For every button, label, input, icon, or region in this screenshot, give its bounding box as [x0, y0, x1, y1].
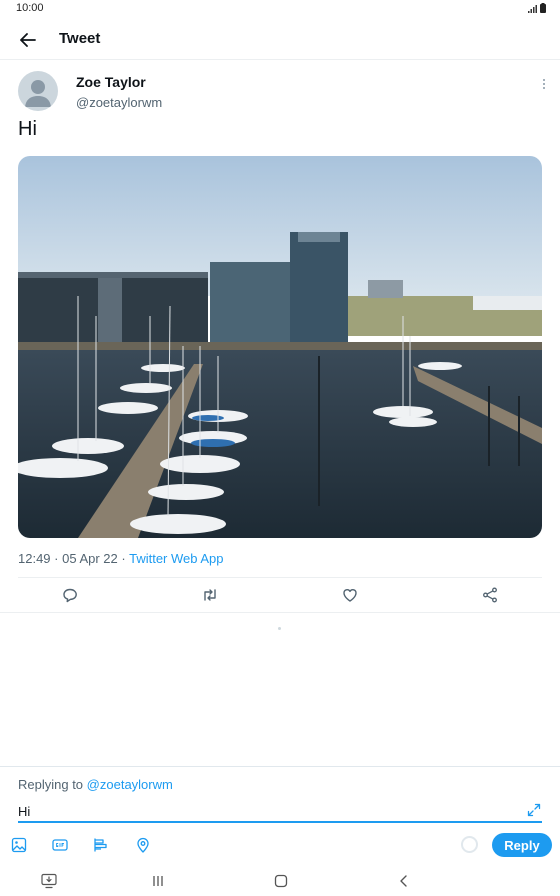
reply-input[interactable] — [18, 801, 542, 823]
page-title: Tweet — [59, 30, 101, 47]
poll-icon — [94, 838, 107, 852]
loading-indicator — [278, 627, 281, 630]
signal-icon — [528, 5, 537, 13]
expand-composer-button[interactable] — [527, 803, 541, 817]
replying-to-handle[interactable]: @zoetaylorwm — [87, 777, 173, 792]
retweet-button[interactable] — [201, 586, 219, 604]
harbor-photo — [18, 156, 542, 538]
gif-icon — [52, 839, 68, 851]
recent-apps-icon — [153, 876, 163, 886]
tweet-photo[interactable] — [18, 156, 542, 538]
image-icon — [11, 837, 27, 853]
add-poll-button[interactable] — [93, 837, 109, 853]
like-icon — [343, 589, 357, 602]
location-icon — [137, 837, 149, 853]
tweet-source[interactable]: Twitter Web App — [129, 551, 223, 566]
more-options-button[interactable] — [538, 76, 550, 92]
chevron-left-icon — [400, 875, 407, 887]
retweet-icon — [204, 589, 216, 601]
character-count-ring — [461, 836, 478, 853]
status-bar: 10:00 — [0, 0, 560, 18]
app-bar: Tweet — [0, 18, 560, 60]
add-gif-button[interactable] — [52, 837, 68, 853]
expand-icon — [527, 803, 541, 817]
system-nav-bar — [0, 866, 560, 896]
meta-separator: · — [50, 551, 63, 566]
back-button[interactable] — [14, 26, 42, 54]
home-button[interactable] — [272, 872, 290, 890]
avatar[interactable] — [18, 71, 58, 111]
tweet-text: Hi — [18, 118, 37, 140]
more-vertical-icon — [543, 79, 545, 89]
author-handle[interactable]: @zoetaylorwm — [76, 95, 162, 110]
reply-icon — [63, 588, 77, 603]
default-avatar-icon — [25, 80, 51, 107]
status-time: 10:00 — [16, 2, 44, 14]
arrow-left-icon — [20, 33, 36, 47]
tweet-time: 12:49 — [18, 551, 51, 566]
replying-to-prefix: Replying to — [18, 777, 84, 792]
home-icon — [274, 874, 288, 888]
author-name[interactable]: Zoe Taylor — [76, 74, 146, 90]
add-image-button[interactable] — [11, 837, 27, 853]
share-button[interactable] — [481, 586, 499, 604]
reply-submit-button[interactable]: Reply — [492, 833, 552, 857]
tweet-meta: 12:49 · 05 Apr 22 · Twitter Web App — [18, 551, 224, 566]
divider — [18, 577, 542, 578]
meta-separator: · — [117, 551, 130, 566]
system-back-button[interactable] — [395, 872, 413, 890]
add-location-button[interactable] — [135, 837, 151, 853]
recent-apps-button[interactable] — [149, 872, 167, 890]
replying-to-label: Replying to @zoetaylorwm — [18, 777, 173, 792]
tweet-date: 05 Apr 22 — [62, 551, 118, 566]
keyboard-switch-button[interactable] — [40, 872, 58, 890]
divider — [0, 612, 560, 613]
share-icon — [483, 587, 497, 603]
keyboard-switch-icon — [41, 873, 57, 889]
reply-button[interactable] — [61, 586, 79, 604]
status-icons — [528, 3, 546, 13]
like-button[interactable] — [341, 586, 359, 604]
battery-icon — [540, 3, 546, 13]
